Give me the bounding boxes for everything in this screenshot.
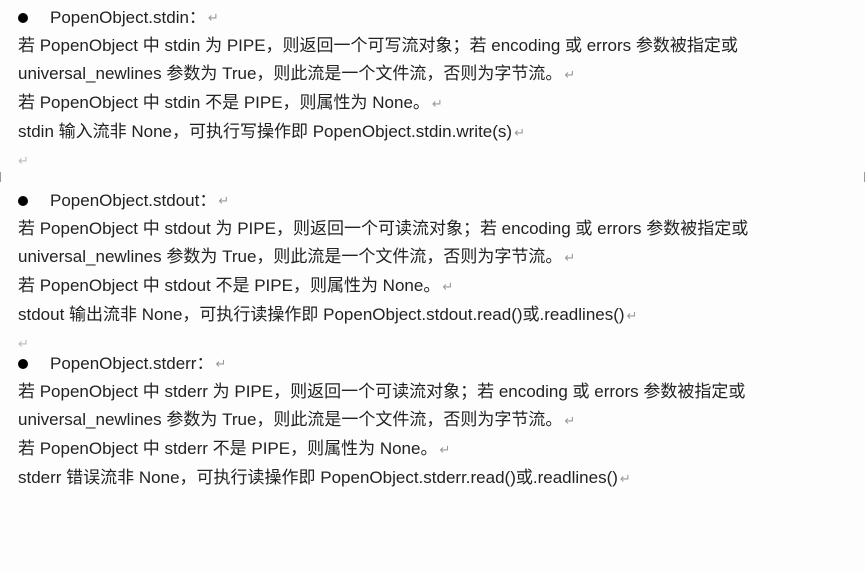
return-mark-icon: ↵ — [564, 250, 575, 265]
text-run: 若 PopenObject 中 stdout 不是 PIPE，则属性为 None… — [18, 276, 440, 295]
bullet-icon — [18, 196, 28, 206]
return-mark-icon: ↵ — [218, 187, 229, 215]
paragraph-text: stdout 输出流非 None，可执行读操作即 PopenObject.std… — [18, 301, 847, 330]
text-run: stdout 输出流非 None，可执行读操作即 PopenObject.std… — [18, 305, 625, 324]
paragraph-text: 若 PopenObject 中 stdout 为 PIPE，则返回一个可读流对象… — [18, 215, 847, 272]
text-run: 若 PopenObject 中 stdin 为 PIPE，则返回一个可写流对象；… — [18, 36, 738, 83]
text-run: stdin 输入流非 None，可执行写操作即 PopenObject.stdi… — [18, 122, 512, 141]
return-mark-icon: ↵ — [564, 413, 575, 428]
bullet-heading-stdin: PopenObject.stdin： ↵ — [18, 4, 847, 32]
text-run: 若 PopenObject 中 stderr 不是 PIPE，则属性为 None… — [18, 439, 437, 458]
return-mark-icon: ↵ — [442, 279, 453, 294]
paragraph-text: 若 PopenObject 中 stdout 不是 PIPE，则属性为 None… — [18, 272, 847, 301]
text-run: 若 PopenObject 中 stderr 为 PIPE，则返回一个可读流对象… — [18, 382, 745, 429]
bullet-icon — [18, 359, 28, 369]
return-mark-icon: ↵ — [208, 4, 219, 32]
paragraph-text: 若 PopenObject 中 stderr 为 PIPE，则返回一个可读流对象… — [18, 378, 847, 435]
paragraph-text: stdin 输入流非 None，可执行写操作即 PopenObject.stdi… — [18, 118, 847, 147]
bullet-heading-stdout: PopenObject.stdout： ↵ — [18, 187, 847, 215]
empty-line: ↵ — [18, 330, 847, 350]
paragraph-text: 若 PopenObject 中 stdin 不是 PIPE，则属性为 None。… — [18, 89, 847, 118]
paragraph-text: stderr 错误流非 None，可执行读操作即 PopenObject.std… — [18, 464, 847, 493]
return-mark-icon: ↵ — [215, 350, 226, 378]
return-mark-icon: ↵ — [564, 67, 575, 82]
return-mark-icon: ↵ — [514, 125, 525, 140]
heading-text: PopenObject.stdout： — [50, 187, 216, 215]
text-run: 若 PopenObject 中 stdout 为 PIPE，则返回一个可读流对象… — [18, 219, 748, 266]
return-mark-icon: ↵ — [627, 308, 638, 323]
page-break-marker — [0, 167, 865, 187]
paragraph-text: 若 PopenObject 中 stderr 不是 PIPE，则属性为 None… — [18, 435, 847, 464]
page-corner-left-icon — [0, 172, 11, 182]
text-run: stderr 错误流非 None，可执行读操作即 PopenObject.std… — [18, 468, 618, 487]
heading-text: PopenObject.stdin： — [50, 4, 206, 32]
return-mark-icon: ↵ — [432, 96, 443, 111]
empty-line: ↵ — [18, 147, 847, 167]
text-run: 若 PopenObject 中 stdin 不是 PIPE，则属性为 None。 — [18, 93, 430, 112]
heading-text: PopenObject.stderr： — [50, 350, 213, 378]
document-page: PopenObject.stdin： ↵ 若 PopenObject 中 std… — [0, 0, 865, 493]
bullet-icon — [18, 13, 28, 23]
return-mark-icon: ↵ — [439, 442, 450, 457]
page-corner-right-icon — [854, 172, 865, 182]
return-mark-icon: ↵ — [620, 471, 631, 486]
paragraph-text: 若 PopenObject 中 stdin 为 PIPE，则返回一个可写流对象；… — [18, 32, 847, 89]
bullet-heading-stderr: PopenObject.stderr： ↵ — [18, 350, 847, 378]
